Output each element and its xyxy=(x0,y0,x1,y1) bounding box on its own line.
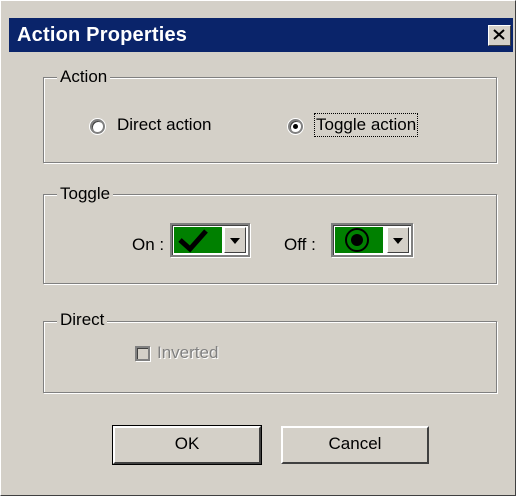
action-group-legend: Action xyxy=(57,67,111,87)
on-icon-combo[interactable] xyxy=(170,223,250,257)
chevron-down-icon xyxy=(230,238,240,244)
toggle-group-legend: Toggle xyxy=(57,184,114,204)
on-icon-swatch xyxy=(174,227,222,253)
target-icon xyxy=(345,228,369,252)
window-title: Action Properties xyxy=(17,24,188,46)
toggle-group xyxy=(43,194,497,284)
cancel-button[interactable]: Cancel xyxy=(281,426,429,464)
direct-group xyxy=(43,321,497,393)
action-properties-dialog: Action Properties Action Direct action T… xyxy=(0,0,516,496)
ok-button[interactable]: OK xyxy=(112,425,262,465)
checkmark-icon xyxy=(178,229,208,253)
toggle-action-label[interactable]: Toggle action xyxy=(313,113,419,137)
off-icon-combo[interactable] xyxy=(331,223,413,257)
toggle-action-radio[interactable] xyxy=(288,119,303,134)
direct-action-radio[interactable] xyxy=(90,119,105,134)
on-label: On : xyxy=(132,235,165,254)
off-dropdown-button[interactable] xyxy=(387,227,409,253)
close-button[interactable] xyxy=(488,25,511,46)
on-dropdown-button[interactable] xyxy=(224,227,246,253)
inverted-label: Inverted xyxy=(157,343,219,362)
inverted-checkbox[interactable] xyxy=(135,346,150,361)
action-group xyxy=(43,77,497,163)
off-label: Off : xyxy=(284,235,316,254)
radio-selected-dot xyxy=(293,124,298,129)
direct-action-label[interactable]: Direct action xyxy=(117,115,211,135)
close-icon xyxy=(493,29,505,40)
chevron-down-icon xyxy=(393,238,403,244)
direct-group-legend: Direct xyxy=(57,310,108,330)
off-icon-swatch xyxy=(335,227,383,253)
